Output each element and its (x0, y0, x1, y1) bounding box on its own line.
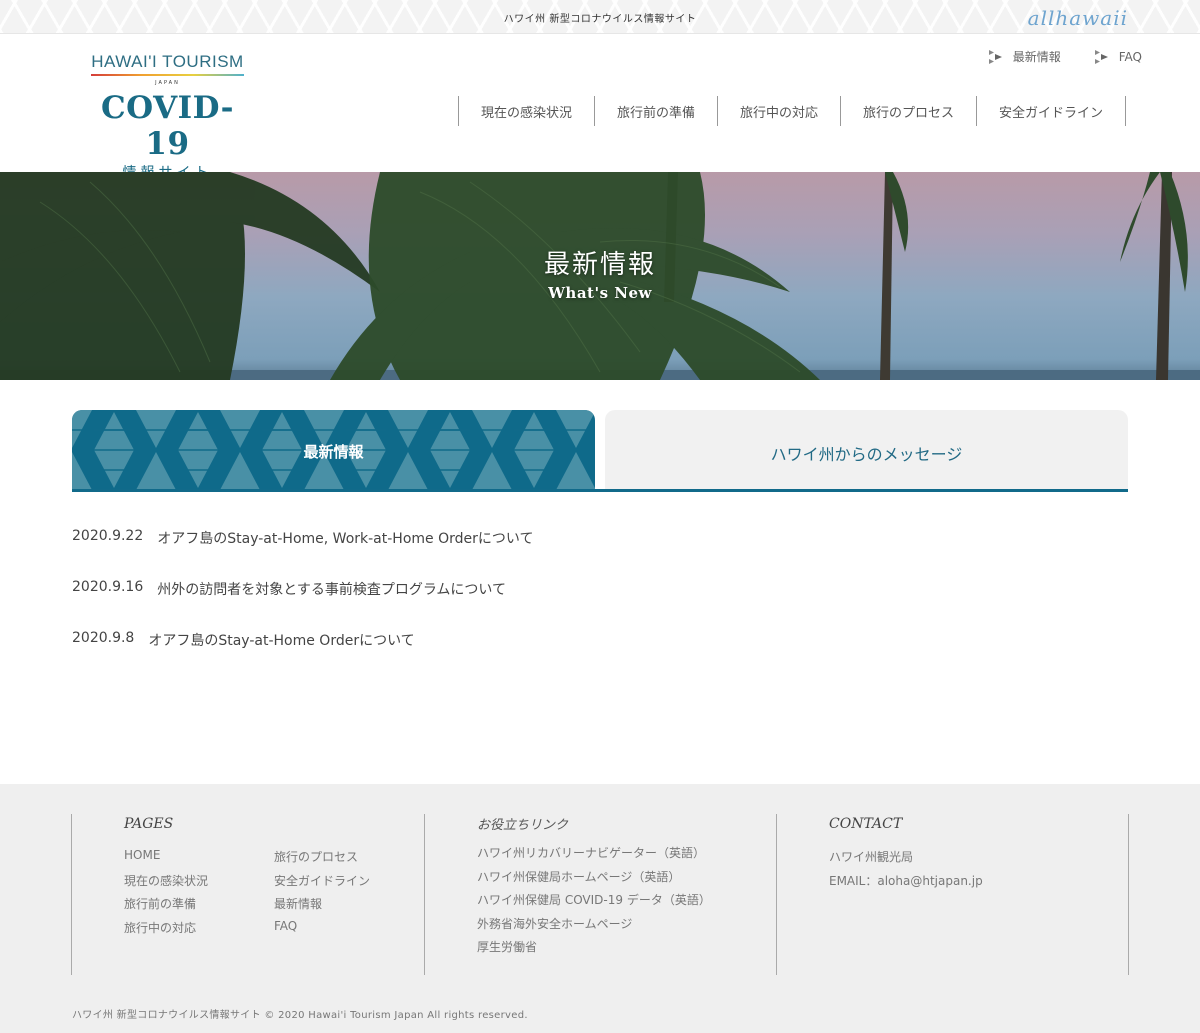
footer-link-safety-guidelines[interactable]: 安全ガイドライン (274, 872, 370, 896)
hawaii-tourism-logo: HAWAI'I TOURISM (91, 52, 244, 76)
logo-region: JAPAN (155, 80, 180, 86)
footer-pages-col1: HOME 現在の感染状況 旅行前の準備 旅行中の対応 (124, 848, 208, 942)
header: HAWAI'I TOURISM JAPAN COVID-19 情報サイト 最新情… (0, 34, 1200, 181)
nav-item-safety-guidelines[interactable]: 安全ガイドライン (977, 96, 1126, 126)
news-item[interactable]: 2020.9.8 オアフ島のStay-at-Home Orderについて (72, 630, 533, 681)
contact-email[interactable]: EMAIL：aloha@htjapan.jp (829, 872, 983, 896)
tab-label: 最新情報 (303, 443, 364, 461)
footer-pages: PAGES HOME 現在の感染状況 旅行前の準備 旅行中の対応 旅行のプロセス… (71, 814, 424, 975)
tabs-underline (72, 489, 1128, 492)
footer-link-faq[interactable]: FAQ (274, 919, 370, 943)
footer-link-news[interactable]: 最新情報 (274, 895, 370, 919)
tab-hawaii-message[interactable]: ハワイ州からのメッセージ (605, 410, 1128, 490)
nav-item-travel-process[interactable]: 旅行のプロセス (841, 96, 977, 126)
copyright: ハワイ州 新型コロナウイルス情報サイト © 2020 Hawai'i Touri… (72, 1010, 528, 1021)
nav-item-before-travel[interactable]: 旅行前の準備 (595, 96, 718, 126)
top-strip: ハワイ州 新型コロナウイルス情報サイト allhawaii (0, 0, 1200, 34)
utility-nav: 最新情報 FAQ (988, 48, 1142, 65)
footer-link-mofa-safety[interactable]: 外務省海外安全ホームページ (477, 915, 711, 939)
footer-links-list: ハワイ州リカバリーナビゲーター（英語） ハワイ州保健局ホームページ（英語） ハワ… (477, 844, 711, 962)
footer-pages-col2: 旅行のプロセス 安全ガイドライン 最新情報 FAQ (274, 848, 370, 942)
tab-latest-news[interactable]: 最新情報 (72, 410, 595, 490)
logo-title: COVID-19 (100, 90, 234, 162)
footer-link-home[interactable]: HOME (124, 848, 208, 872)
news-title[interactable]: 州外の訪問者を対象とする事前検査プログラムについて (157, 579, 506, 630)
news-item[interactable]: 2020.9.16 州外の訪問者を対象とする事前検査プログラムについて (72, 579, 533, 630)
hero-subtitle: What's New (548, 284, 652, 302)
footer-link-doh-covid-data[interactable]: ハワイ州保健局 COVID-19 データ（英語） (477, 891, 711, 915)
play-arrow-icon (1094, 49, 1111, 64)
news-tabs: 最新情報 ハワイ州からのメッセージ (72, 410, 1128, 492)
play-arrow-icon (988, 49, 1005, 64)
site-title: ハワイ州 新型コロナウイルス情報サイト (503, 14, 697, 25)
util-link-faq[interactable]: FAQ (1094, 48, 1142, 65)
footer-link-infection-status[interactable]: 現在の感染状況 (124, 872, 208, 896)
footer: PAGES HOME 現在の感染状況 旅行前の準備 旅行中の対応 旅行のプロセス… (0, 784, 1200, 1033)
main-nav: 現在の感染状況 旅行前の準備 旅行中の対応 旅行のプロセス 安全ガイドライン (458, 96, 1126, 126)
footer-link-recovery-navigator[interactable]: ハワイ州リカバリーナビゲーター（英語） (477, 844, 711, 868)
hero-title: 最新情報 (543, 250, 656, 280)
allhawaii-logo[interactable]: allhawaii (1028, 6, 1128, 30)
news-list: 2020.9.22 オアフ島のStay-at-Home, Work-at-Hom… (72, 528, 533, 681)
news-date: 2020.9.16 (72, 579, 144, 595)
footer-heading: PAGES (124, 816, 174, 832)
news-title[interactable]: オアフ島のStay-at-Home Orderについて (148, 630, 414, 681)
hero-banner: 最新情報 What's New (0, 172, 1200, 380)
footer-link-before-travel[interactable]: 旅行前の準備 (124, 895, 208, 919)
news-item[interactable]: 2020.9.22 オアフ島のStay-at-Home, Work-at-Hom… (72, 528, 533, 579)
footer-link-travel-process[interactable]: 旅行のプロセス (274, 848, 370, 872)
footer-heading: CONTACT (829, 816, 903, 832)
footer-heading: お役立ちリンク (477, 818, 569, 833)
news-date: 2020.9.8 (72, 630, 135, 646)
contact-org: ハワイ州観光局 (829, 850, 914, 864)
footer-contact: CONTACT ハワイ州観光局 EMAIL：aloha@htjapan.jp (776, 814, 1129, 975)
footer-link-during-travel[interactable]: 旅行中の対応 (124, 919, 208, 943)
footer-link-doh-homepage[interactable]: ハワイ州保健局ホームページ（英語） (477, 868, 711, 892)
footer-link-mhlw[interactable]: 厚生労働省 (477, 938, 711, 962)
util-link-label: FAQ (1118, 49, 1142, 64)
news-title[interactable]: オアフ島のStay-at-Home, Work-at-Home Orderについ… (157, 528, 533, 579)
site-logo[interactable]: HAWAI'I TOURISM JAPAN COVID-19 情報サイト (80, 52, 255, 182)
tab-label: ハワイ州からのメッセージ (770, 445, 963, 464)
nav-item-during-travel[interactable]: 旅行中の対応 (718, 96, 841, 126)
util-link-label: 最新情報 (1012, 50, 1061, 64)
footer-contact-list: ハワイ州観光局 EMAIL：aloha@htjapan.jp (829, 848, 983, 895)
nav-item-infection-status[interactable]: 現在の感染状況 (459, 96, 595, 126)
news-date: 2020.9.22 (72, 528, 144, 544)
footer-useful-links: お役立ちリンク ハワイ州リカバリーナビゲーター（英語） ハワイ州保健局ホームペー… (424, 814, 777, 975)
util-link-news[interactable]: 最新情報 (988, 48, 1061, 65)
